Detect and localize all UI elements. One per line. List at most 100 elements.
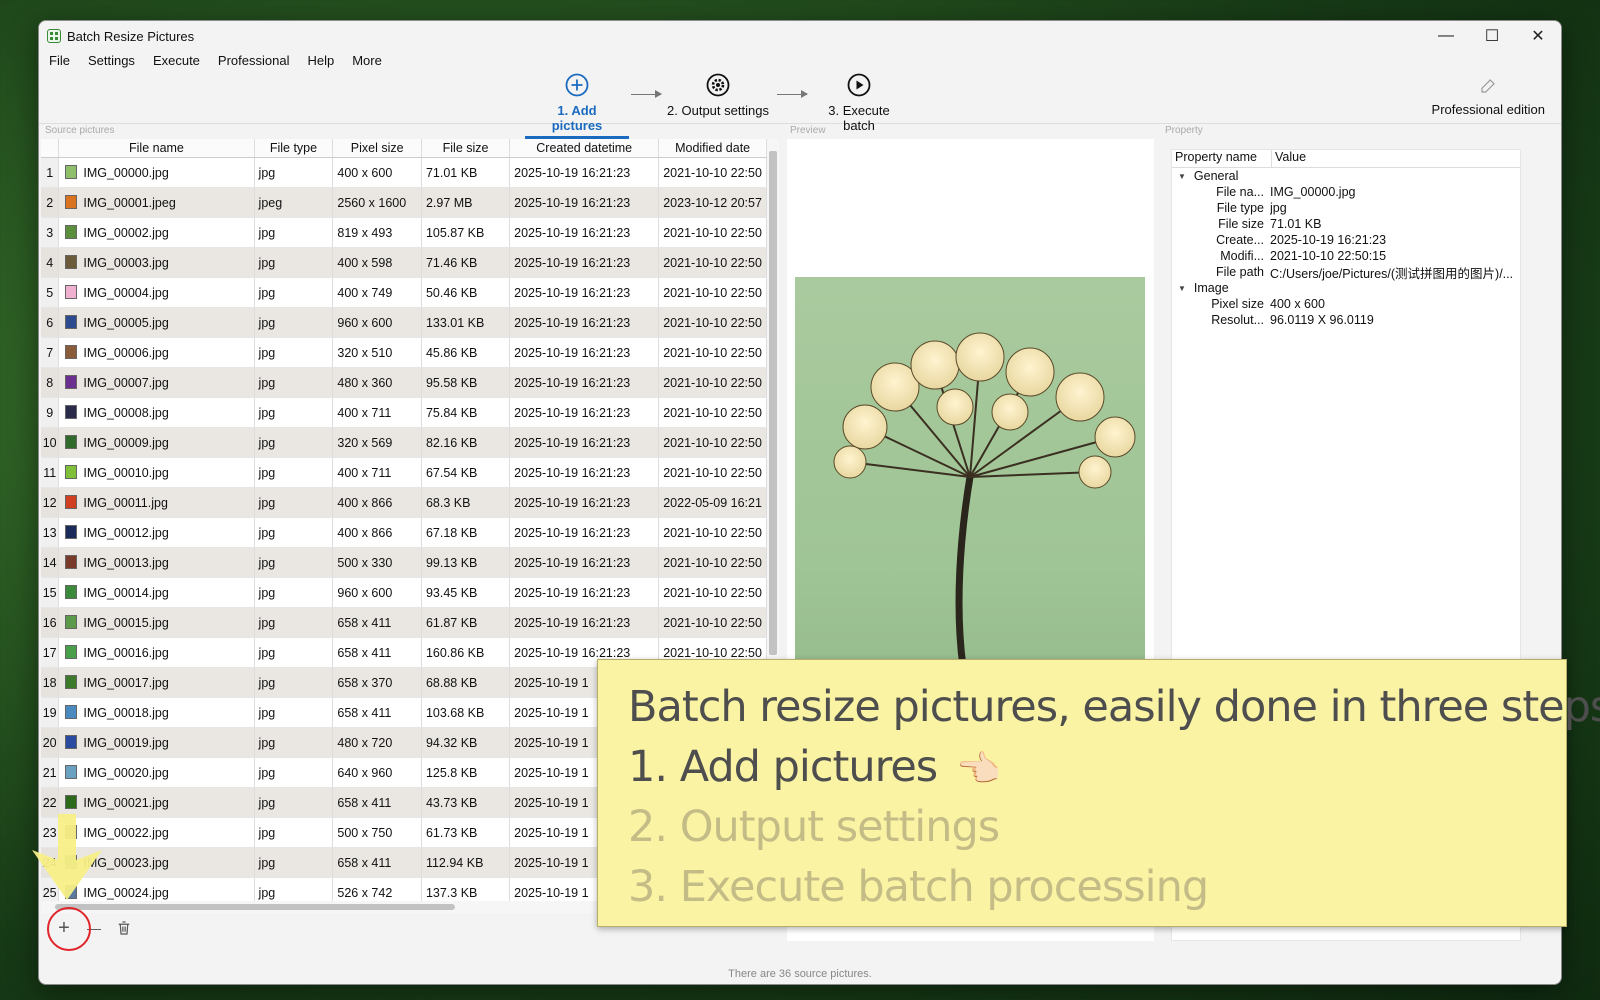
column-header-created[interactable]: Created datetime [509, 139, 660, 158]
thumbnail-icon [65, 195, 78, 209]
property-group[interactable]: ▼ General [1172, 168, 1520, 184]
created-cell: 2025-10-19 16:21:23 [509, 337, 660, 368]
add-circle-icon [565, 73, 589, 97]
maximize-button[interactable]: ☐ [1469, 21, 1515, 51]
property-name: File path [1216, 265, 1264, 279]
table-row[interactable]: 10 IMG_00009.jpg jpg 320 x 569 82.16 KB 2025-… [41, 427, 767, 458]
menu-file[interactable]: File [39, 53, 78, 68]
file-type-cell: jpg [254, 577, 334, 608]
file-type-cell: jpg [254, 547, 334, 578]
table-row[interactable]: 7 IMG_00006.jpg jpg 320 x 510 45.86 KB 2025-1… [41, 337, 767, 368]
row-number: 5 [41, 277, 60, 308]
file-name-cell: IMG_00008.jpg [58, 397, 255, 428]
file-name-text: IMG_00003.jpg [83, 256, 169, 270]
modified-cell: 2021-10-10 22:50 [658, 217, 767, 248]
pixel-size-cell: 658 x 411 [332, 787, 422, 818]
property-value: 2025-10-19 16:21:23 [1270, 233, 1387, 247]
table-row[interactable]: 14 IMG_00013.jpg jpg 500 x 330 99.13 KB 2025-… [41, 547, 767, 578]
file-name-cell: IMG_00012.jpg [58, 517, 255, 548]
property-row[interactable]: Resolut... 96.0119 X 96.0119 [1172, 312, 1520, 328]
property-row[interactable]: Create... 2025-10-19 16:21:23 [1172, 232, 1520, 248]
file-type-cell: jpg [254, 337, 334, 368]
pixel-size-cell: 400 x 866 [332, 487, 422, 518]
table-row[interactable]: 5 IMG_00004.jpg jpg 400 x 749 50.46 KB 2025-1… [41, 277, 767, 308]
minimize-button[interactable]: — [1423, 21, 1469, 51]
property-name: Create... [1216, 233, 1264, 247]
thumbnail-icon [65, 675, 78, 689]
property-group-name: General [1193, 169, 1239, 183]
menu-help[interactable]: Help [297, 53, 342, 68]
table-header-row: File name File type Pixel size File size… [41, 139, 767, 158]
menu-more[interactable]: More [342, 53, 390, 68]
file-name-text: IMG_00006.jpg [83, 346, 169, 360]
property-row[interactable]: File type jpg [1172, 200, 1520, 216]
table-row[interactable]: 15 IMG_00014.jpg jpg 960 x 600 93.45 KB 2025-… [41, 577, 767, 608]
table-row[interactable]: 3 IMG_00002.jpg jpg 819 x 493 105.87 KB 2025-… [41, 217, 767, 248]
expand-triangle-icon[interactable]: ▼ [1178, 284, 1186, 293]
table-row[interactable]: 1 IMG_00000.jpg jpg 400 x 600 71.01 KB 2025-1… [41, 157, 767, 188]
column-header-file-name[interactable]: File name [58, 139, 255, 158]
created-cell: 2025-10-19 16:21:23 [509, 517, 660, 548]
property-name: File na... [1216, 185, 1264, 199]
horizontal-scroll-thumb[interactable] [55, 904, 455, 910]
table-row[interactable]: 13 IMG_00012.jpg jpg 400 x 866 67.18 KB 2025-… [41, 517, 767, 548]
file-name-text: IMG_00007.jpg [83, 376, 169, 390]
step-add-pictures[interactable]: 1. Add pictures [525, 73, 629, 139]
pixel-size-cell: 960 x 600 [332, 307, 422, 338]
file-size-cell: 45.86 KB [421, 337, 511, 368]
professional-edition-button[interactable]: Professional edition [1432, 77, 1545, 117]
thumbnail-icon [65, 165, 78, 179]
row-number: 15 [41, 577, 60, 608]
menu-professional[interactable]: Professional [208, 53, 298, 68]
table-row[interactable]: 2 IMG_00001.jpeg jpeg 2560 x 1600 2.97 MB 202… [41, 187, 767, 218]
property-name: File type [1216, 201, 1264, 215]
created-cell: 2025-10-19 16:21:23 [509, 187, 660, 218]
property-row[interactable]: File size 71.01 KB [1172, 216, 1520, 232]
pixel-size-cell: 500 x 750 [332, 817, 422, 848]
column-header-pixel-size[interactable]: Pixel size [332, 139, 422, 158]
table-row[interactable]: 11 IMG_00010.jpg jpg 400 x 711 67.54 KB 2025-… [41, 457, 767, 488]
table-row[interactable]: 4 IMG_00003.jpg jpg 400 x 598 71.46 KB 2025-1… [41, 247, 767, 278]
step-label: 2. Output settings [667, 103, 769, 118]
step-label: 1. Add pictures [551, 103, 603, 133]
pixel-size-cell: 400 x 749 [332, 277, 422, 308]
vertical-scroll-thumb[interactable] [769, 151, 777, 655]
column-header-file-type[interactable]: File type [254, 139, 334, 158]
row-number: 11 [41, 457, 60, 488]
file-type-cell: jpg [254, 157, 334, 188]
created-cell: 2025-10-19 16:21:23 [509, 457, 660, 488]
file-name-text: IMG_00005.jpg [83, 316, 169, 330]
file-type-cell: jpg [254, 757, 334, 788]
clear-list-button[interactable] [109, 913, 139, 943]
created-cell: 2025-10-19 16:21:23 [509, 487, 660, 518]
property-row[interactable]: File path C:/Users/joe/Pictures/(测试拼图用的图片… [1172, 264, 1520, 281]
property-row[interactable]: File na... IMG_00000.jpg [1172, 184, 1520, 200]
property-group[interactable]: ▼ Image [1172, 280, 1520, 296]
thumbnail-icon [65, 645, 78, 659]
menu-execute[interactable]: Execute [143, 53, 208, 68]
file-type-cell: jpg [254, 517, 334, 548]
thumbnail-icon [65, 735, 78, 749]
pixel-size-cell: 480 x 720 [332, 727, 422, 758]
table-row[interactable]: 9 IMG_00008.jpg jpg 400 x 711 75.84 KB 2025-1… [41, 397, 767, 428]
column-header-file-size[interactable]: File size [421, 139, 511, 158]
created-cell: 2025-10-19 16:21:23 [509, 277, 660, 308]
modified-cell: 2021-10-10 22:50 [658, 457, 767, 488]
step-execute-batch[interactable]: 3. Execute batch [811, 73, 907, 133]
table-row[interactable]: 16 IMG_00015.jpg jpg 658 x 411 61.87 KB 2025-… [41, 607, 767, 638]
table-row[interactable]: 8 IMG_00007.jpg jpg 480 x 360 95.58 KB 2025-1… [41, 367, 767, 398]
modified-cell: 2021-10-10 22:50 [658, 337, 767, 368]
expand-triangle-icon[interactable]: ▼ [1178, 172, 1186, 181]
pixel-size-cell: 400 x 598 [332, 247, 422, 278]
title-bar: Batch Resize Pictures — ☐ ✕ [39, 21, 1561, 51]
property-row[interactable]: Pixel size 400 x 600 [1172, 296, 1520, 312]
table-row[interactable]: 12 IMG_00011.jpg jpg 400 x 866 68.3 KB 2025-1… [41, 487, 767, 518]
close-button[interactable]: ✕ [1515, 21, 1561, 51]
step-output-settings[interactable]: 2. Output settings [665, 73, 771, 118]
column-header-modified[interactable]: Modified date [658, 139, 767, 158]
file-name-cell: IMG_00017.jpg [58, 667, 255, 698]
row-number: 21 [41, 757, 60, 788]
table-row[interactable]: 6 IMG_00005.jpg jpg 960 x 600 133.01 KB 2025-… [41, 307, 767, 338]
file-size-cell: 160.86 KB [421, 637, 511, 668]
menu-settings[interactable]: Settings [78, 53, 143, 68]
